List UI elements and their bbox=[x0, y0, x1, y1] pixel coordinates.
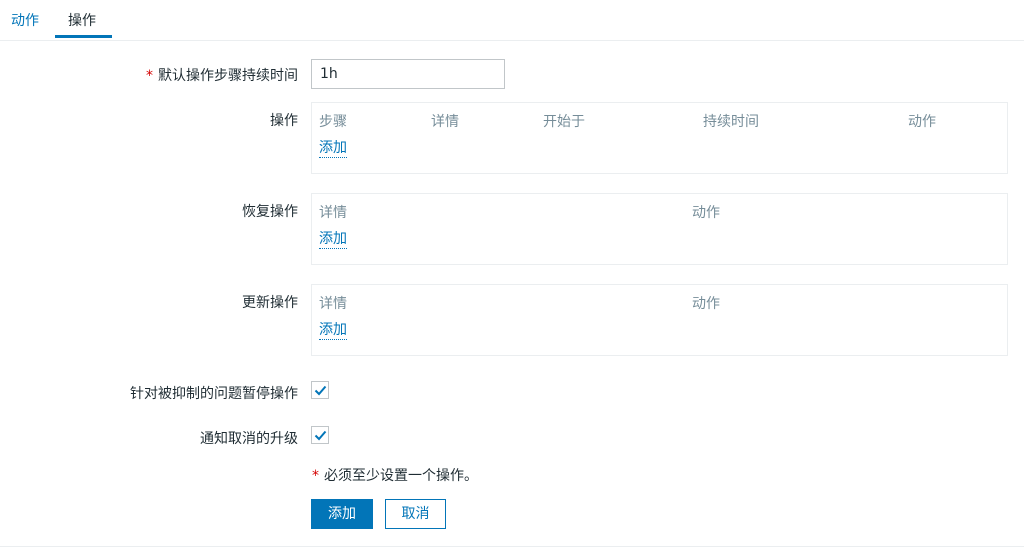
column-header-start-in: 开始于 bbox=[543, 114, 585, 130]
column-header-details: 详情 bbox=[319, 296, 347, 312]
column-header-step: 步骤 bbox=[319, 114, 347, 130]
pause-suppressed-checkbox[interactable] bbox=[311, 381, 329, 399]
column-header-duration: 持续时间 bbox=[703, 114, 759, 130]
operations-label: 操作 bbox=[270, 113, 298, 129]
add-button[interactable]: 添加 bbox=[311, 499, 373, 529]
required-marker: * bbox=[312, 468, 319, 484]
default-duration-label: * 默认操作步骤持续时间 bbox=[146, 68, 298, 84]
operations-table: 步骤 详情 开始于 持续时间 动作 添加 bbox=[311, 102, 1008, 174]
recovery-operations-table: 详情 动作 添加 bbox=[311, 193, 1008, 265]
update-operations-table: 详情 动作 添加 bbox=[311, 284, 1008, 356]
recovery-operations-label: 恢复操作 bbox=[242, 204, 298, 220]
notify-cancelled-label: 通知取消的升级 bbox=[200, 431, 298, 447]
pause-suppressed-label: 针对被抑制的问题暂停操作 bbox=[130, 386, 298, 402]
column-header-action: 动作 bbox=[692, 205, 720, 221]
tab-action[interactable]: 动作 bbox=[11, 10, 39, 30]
required-note: * 必须至少设置一个操作。 bbox=[312, 468, 478, 484]
tab-operations[interactable]: 操作 bbox=[68, 10, 96, 30]
tab-bar: 动作 操作 bbox=[0, 0, 1024, 41]
update-operations-label: 更新操作 bbox=[242, 295, 298, 311]
active-tab-indicator bbox=[55, 35, 112, 38]
divider bbox=[0, 546, 1024, 547]
add-update-operation-link[interactable]: 添加 bbox=[319, 322, 347, 340]
checkmark-icon bbox=[314, 385, 327, 396]
column-header-action: 动作 bbox=[692, 296, 720, 312]
required-marker: * bbox=[146, 68, 153, 84]
column-header-action: 动作 bbox=[908, 114, 936, 130]
cancel-button[interactable]: 取消 bbox=[385, 499, 446, 529]
notify-cancelled-checkbox[interactable] bbox=[311, 426, 329, 444]
checkmark-icon bbox=[314, 430, 327, 441]
column-header-details: 详情 bbox=[319, 205, 347, 221]
add-recovery-operation-link[interactable]: 添加 bbox=[319, 231, 347, 249]
column-header-details: 详情 bbox=[431, 114, 459, 130]
default-duration-input[interactable] bbox=[311, 59, 505, 89]
add-operation-link[interactable]: 添加 bbox=[319, 140, 347, 158]
